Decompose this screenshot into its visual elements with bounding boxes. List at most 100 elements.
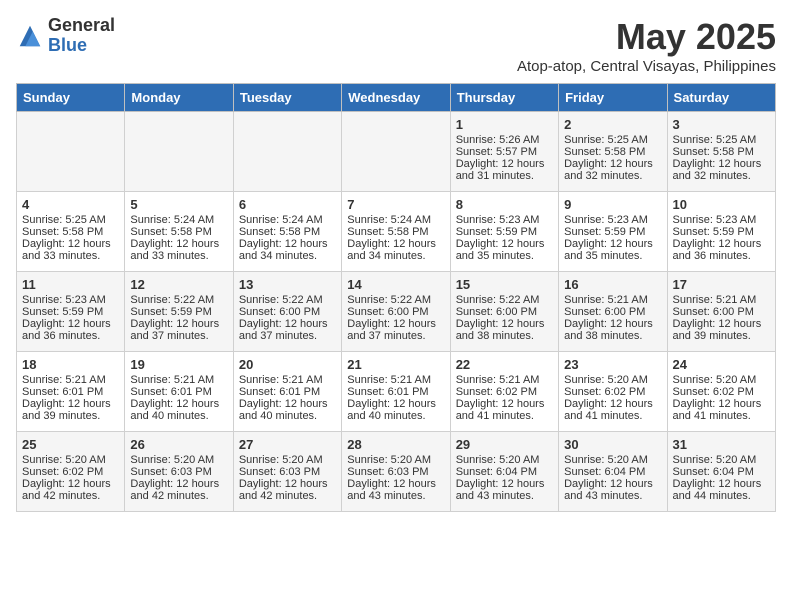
sunrise-text: Sunrise: 5:20 AM (347, 454, 444, 466)
sunrise-text: Sunrise: 5:21 AM (130, 374, 227, 386)
sunrise-text: Sunrise: 5:20 AM (22, 454, 119, 466)
daylight-text: Daylight: 12 hours and 37 minutes. (347, 318, 444, 342)
logo-blue: Blue (48, 36, 115, 56)
sunrise-text: Sunrise: 5:20 AM (673, 374, 770, 386)
sunset-text: Sunset: 6:02 PM (456, 386, 553, 398)
sunrise-text: Sunrise: 5:26 AM (456, 134, 553, 146)
daylight-text: Daylight: 12 hours and 40 minutes. (130, 398, 227, 422)
day-cell: 26Sunrise: 5:20 AMSunset: 6:03 PMDayligh… (125, 432, 233, 512)
day-number: 7 (347, 197, 444, 212)
sunset-text: Sunset: 6:00 PM (347, 306, 444, 318)
day-number: 19 (130, 357, 227, 372)
sunset-text: Sunset: 6:00 PM (239, 306, 336, 318)
day-cell: 14 Sunrise: 5:22 AMSunset: 6:00 PMDayligh… (342, 272, 450, 352)
sunrise-text: Sunrise: 5:22 AM (347, 294, 444, 306)
header-cell-monday: Monday (125, 84, 233, 112)
day-number: 25 (22, 437, 119, 452)
day-number: 13 (239, 277, 336, 292)
day-number: 28 (347, 437, 444, 452)
sunset-text: Sunset: 6:03 PM (130, 466, 227, 478)
day-cell: 13Sunrise: 5:22 AMSunset: 6:00 PMDayligh… (233, 272, 341, 352)
header-row: SundayMondayTuesdayWednesdayThursdayFrid… (17, 84, 776, 112)
day-cell: 3Sunrise: 5:25 AMSunset: 5:58 PMDaylight… (667, 112, 775, 192)
day-number: 14 (347, 277, 444, 292)
sunset-text: Sunset: 5:58 PM (130, 226, 227, 238)
daylight-text: Daylight: 12 hours and 43 minutes. (456, 478, 553, 502)
sunrise-text: Sunrise: 5:21 AM (456, 374, 553, 386)
sunrise-text: Sunrise: 5:24 AM (130, 214, 227, 226)
day-cell: 18Sunrise: 5:21 AMSunset: 6:01 PMDayligh… (17, 352, 125, 432)
sunset-text: Sunset: 6:01 PM (347, 386, 444, 398)
day-cell (125, 112, 233, 192)
day-cell: 24 Sunrise: 5:20 AMSunset: 6:02 PMDayligh… (667, 352, 775, 432)
week-row-5: 25Sunrise: 5:20 AMSunset: 6:02 PMDayligh… (17, 432, 776, 512)
day-cell: 22Sunrise: 5:21 AMSunset: 6:02 PMDayligh… (450, 352, 558, 432)
day-cell: 27Sunrise: 5:20 AMSunset: 6:03 PMDayligh… (233, 432, 341, 512)
day-cell: 23Sunrise: 5:20 AMSunset: 6:02 PMDayligh… (559, 352, 667, 432)
sunset-text: Sunset: 5:58 PM (673, 146, 770, 158)
day-number: 1 (456, 117, 553, 132)
sunset-text: Sunset: 6:00 PM (564, 306, 661, 318)
sunset-text: Sunset: 6:03 PM (347, 466, 444, 478)
sunset-text: Sunset: 5:58 PM (347, 226, 444, 238)
day-number: 30 (564, 437, 661, 452)
daylight-text: Daylight: 12 hours and 35 minutes. (564, 238, 661, 262)
sunset-text: Sunset: 6:02 PM (673, 386, 770, 398)
day-number: 17 (673, 277, 770, 292)
sunrise-text: Sunrise: 5:21 AM (239, 374, 336, 386)
sunrise-text: Sunrise: 5:23 AM (564, 214, 661, 226)
sunrise-text: Sunrise: 5:21 AM (347, 374, 444, 386)
day-cell: 11Sunrise: 5:23 AMSunset: 5:59 PMDayligh… (17, 272, 125, 352)
week-row-3: 11Sunrise: 5:23 AMSunset: 5:59 PMDayligh… (17, 272, 776, 352)
day-cell: 7Sunrise: 5:24 AMSunset: 5:58 PMDaylight… (342, 192, 450, 272)
day-number: 18 (22, 357, 119, 372)
day-cell: 29Sunrise: 5:20 AMSunset: 6:04 PMDayligh… (450, 432, 558, 512)
sunset-text: Sunset: 5:59 PM (22, 306, 119, 318)
day-cell: 12Sunrise: 5:22 AMSunset: 5:59 PMDayligh… (125, 272, 233, 352)
day-number: 4 (22, 197, 119, 212)
daylight-text: Daylight: 12 hours and 32 minutes. (673, 158, 770, 182)
header-cell-wednesday: Wednesday (342, 84, 450, 112)
week-row-1: 1Sunrise: 5:26 AMSunset: 5:57 PMDaylight… (17, 112, 776, 192)
daylight-text: Daylight: 12 hours and 40 minutes. (347, 398, 444, 422)
daylight-text: Daylight: 12 hours and 35 minutes. (456, 238, 553, 262)
day-number: 24 (673, 357, 770, 372)
day-number: 26 (130, 437, 227, 452)
day-cell: 10Sunrise: 5:23 AMSunset: 5:59 PMDayligh… (667, 192, 775, 272)
day-cell: 2Sunrise: 5:25 AMSunset: 5:58 PMDaylight… (559, 112, 667, 192)
day-number: 10 (673, 197, 770, 212)
daylight-text: Daylight: 12 hours and 41 minutes. (673, 398, 770, 422)
header-cell-sunday: Sunday (17, 84, 125, 112)
day-cell: 8Sunrise: 5:23 AMSunset: 5:59 PMDaylight… (450, 192, 558, 272)
day-number: 6 (239, 197, 336, 212)
sunset-text: Sunset: 5:59 PM (456, 226, 553, 238)
sunset-text: Sunset: 6:00 PM (673, 306, 770, 318)
day-cell: 19Sunrise: 5:21 AMSunset: 6:01 PMDayligh… (125, 352, 233, 432)
sunrise-text: Sunrise: 5:20 AM (564, 454, 661, 466)
sunrise-text: Sunrise: 5:20 AM (239, 454, 336, 466)
day-cell: 25Sunrise: 5:20 AMSunset: 6:02 PMDayligh… (17, 432, 125, 512)
sunset-text: Sunset: 5:59 PM (564, 226, 661, 238)
day-cell: 20Sunrise: 5:21 AMSunset: 6:01 PMDayligh… (233, 352, 341, 432)
calendar-table: SundayMondayTuesdayWednesdayThursdayFrid… (16, 83, 776, 512)
day-cell: 28 Sunrise: 5:20 AMSunset: 6:03 PMDayligh… (342, 432, 450, 512)
daylight-text: Daylight: 12 hours and 43 minutes. (347, 478, 444, 502)
daylight-text: Daylight: 12 hours and 39 minutes. (673, 318, 770, 342)
logo-general: General (48, 16, 115, 36)
daylight-text: Daylight: 12 hours and 37 minutes. (239, 318, 336, 342)
sunrise-text: Sunrise: 5:21 AM (564, 294, 661, 306)
day-number: 8 (456, 197, 553, 212)
day-cell: 16Sunrise: 5:21 AMSunset: 6:00 PMDayligh… (559, 272, 667, 352)
day-number: 23 (564, 357, 661, 372)
day-cell: 5Sunrise: 5:24 AMSunset: 5:58 PMDaylight… (125, 192, 233, 272)
sunrise-text: Sunrise: 5:22 AM (456, 294, 553, 306)
sunset-text: Sunset: 6:00 PM (456, 306, 553, 318)
day-number: 29 (456, 437, 553, 452)
sunset-text: Sunset: 5:59 PM (673, 226, 770, 238)
sunset-text: Sunset: 6:04 PM (456, 466, 553, 478)
day-cell: 15Sunrise: 5:22 AMSunset: 6:00 PMDayligh… (450, 272, 558, 352)
sunrise-text: Sunrise: 5:23 AM (673, 214, 770, 226)
daylight-text: Daylight: 12 hours and 39 minutes. (22, 398, 119, 422)
sunrise-text: Sunrise: 5:24 AM (347, 214, 444, 226)
header-cell-friday: Friday (559, 84, 667, 112)
